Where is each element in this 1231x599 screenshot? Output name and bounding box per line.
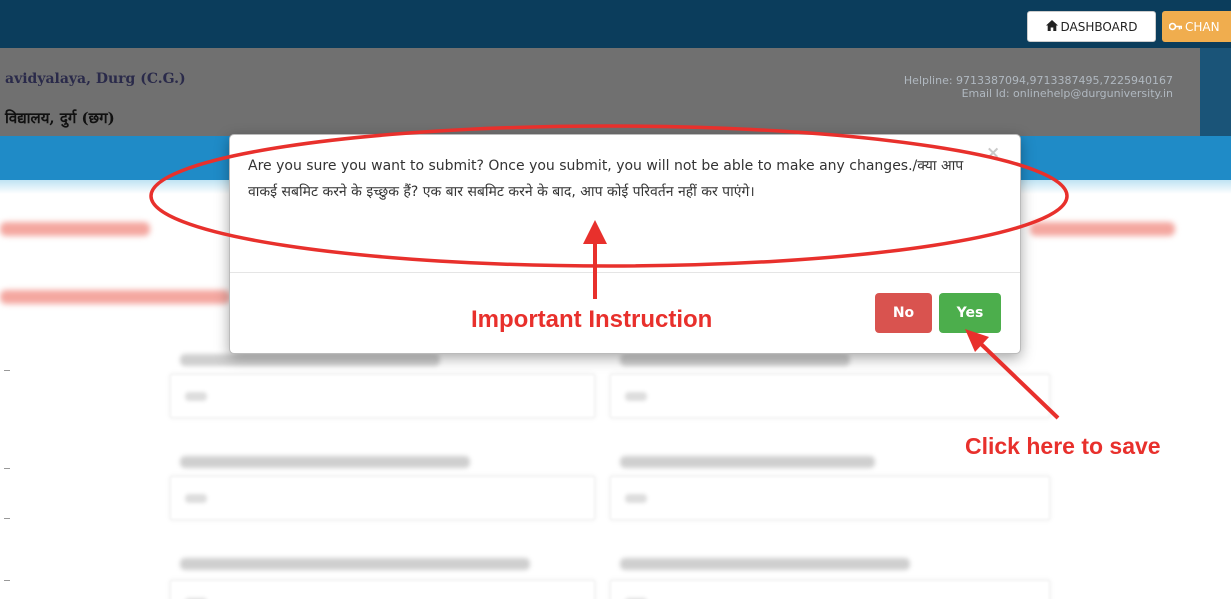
email-text: Email Id: onlinehelp@durguniversity.in <box>961 87 1173 100</box>
helpline-info: Helpline: 9713387094,9713387495,72259401… <box>904 74 1173 100</box>
blurred-input <box>610 476 1050 520</box>
blurred-label <box>620 558 910 570</box>
helpline-text: Helpline: 9713387094,9713387495,72259401… <box>903 74 1173 87</box>
key-icon <box>1168 20 1183 34</box>
home-icon <box>1045 19 1058 34</box>
yes-button[interactable]: Yes <box>939 293 1001 333</box>
change-password-button[interactable]: CHAN <box>1162 11 1231 42</box>
page: DASHBOARD CHAN avidyalaya, Durg (C.G.) व… <box>0 0 1231 599</box>
dashboard-button[interactable]: DASHBOARD <box>1027 11 1156 42</box>
blurred-label <box>180 354 440 366</box>
close-icon[interactable]: × <box>986 143 1000 163</box>
blurred-notice <box>0 290 230 304</box>
blurred-label <box>620 456 875 468</box>
university-name-hindi: विद्यालय, दुर्ग (छग) <box>5 109 115 127</box>
annotation-click-to-save: Click here to save <box>965 433 1161 459</box>
blurred-input <box>170 476 595 520</box>
blurred-input <box>170 374 595 418</box>
annotation-important-instruction: Important Instruction <box>471 306 713 333</box>
blurred-label <box>620 354 850 366</box>
blurred-label <box>180 558 530 570</box>
site-header: avidyalaya, Durg (C.G.) विद्यालय, दुर्ग … <box>0 48 1231 136</box>
change-label: CHAN <box>1185 19 1220 34</box>
blurred-notice <box>1030 222 1175 236</box>
blurred-label <box>180 456 470 468</box>
no-button[interactable]: No <box>875 293 932 333</box>
blurred-input <box>170 580 595 599</box>
blurred-notice <box>0 222 150 236</box>
dialog-message: Are you sure you want to submit? Once yo… <box>248 158 964 200</box>
dialog-body: Are you sure you want to submit? Once yo… <box>230 135 1020 273</box>
dashboard-label: DASHBOARD <box>1060 19 1138 34</box>
university-name-english: avidyalaya, Durg (C.G.) <box>5 71 186 87</box>
top-navbar: DASHBOARD CHAN <box>0 0 1231 48</box>
blurred-input <box>610 374 1050 418</box>
blurred-input <box>610 580 1050 599</box>
